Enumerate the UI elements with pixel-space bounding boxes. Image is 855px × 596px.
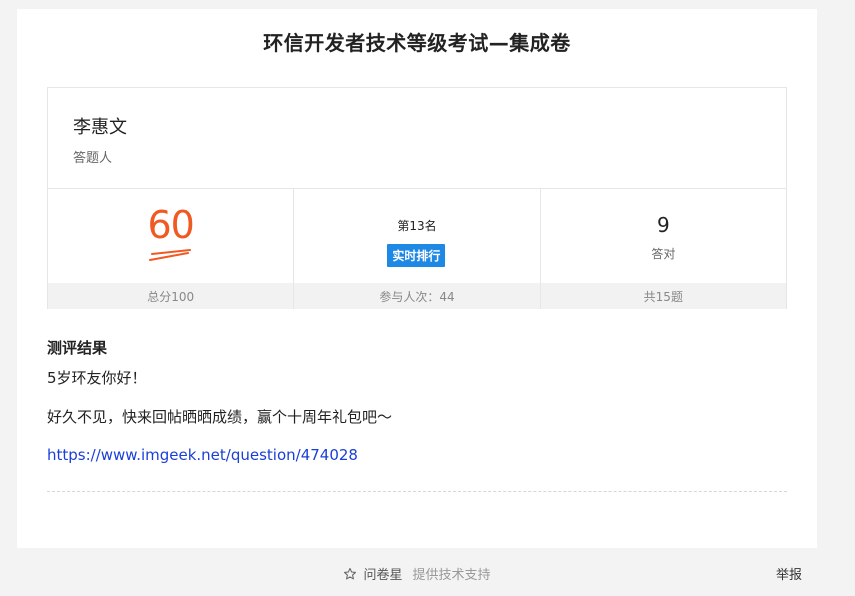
stat-score: 60 总分100 [48, 189, 295, 309]
stat-correct: 9 答对 共15题 [540, 189, 786, 309]
report-link[interactable]: 举报 [776, 564, 802, 583]
support-text: 提供技术支持 [412, 568, 491, 583]
result-card: 环信开发者技术等级考试—集成卷 李惠文 答题人 60 总分100 第13名 实时… [17, 9, 817, 548]
result-message: 好久不见，快来回帖晒晒成绩，赢个十周年礼包吧～ [47, 408, 393, 426]
correct-count: 9 [656, 213, 670, 237]
result-greeting: 5岁环友你好！ [47, 369, 147, 387]
respondent-label: 答题人 [73, 151, 113, 166]
page-title: 环信开发者技术等级考试—集成卷 [263, 31, 571, 55]
result-link[interactable]: https://www.imgeek.net/question/474028 [47, 446, 358, 464]
dashed-divider [47, 491, 787, 492]
stat-score-footer: 总分100 [48, 283, 294, 309]
score-summary-box: 李惠文 答题人 60 总分100 第13名 实时排行 参与人次：44 9 答对 … [47, 87, 787, 309]
score-value: 60 [147, 203, 194, 247]
realtime-rank-button[interactable]: 实时排行 [387, 244, 446, 267]
brand-name[interactable]: 问卷星 [363, 564, 402, 583]
rank-text: 第13名 [397, 219, 437, 233]
page-footer: 问卷星 提供技术支持 举报 [17, 548, 817, 596]
footer-brand: 问卷星 提供技术支持 [17, 564, 817, 583]
result-heading: 测评结果 [47, 339, 108, 357]
stat-rank: 第13名 实时排行 参与人次：44 [294, 189, 541, 309]
respondent-name: 李惠文 [73, 117, 127, 138]
stat-correct-footer: 共15题 [540, 283, 786, 309]
score-underline-icon [149, 249, 191, 261]
stat-rank-footer: 参与人次：44 [294, 283, 540, 309]
star-outline-icon [344, 567, 357, 579]
correct-label: 答对 [651, 247, 676, 261]
stats-row: 60 总分100 第13名 实时排行 参与人次：44 9 答对 共15题 [48, 188, 786, 309]
